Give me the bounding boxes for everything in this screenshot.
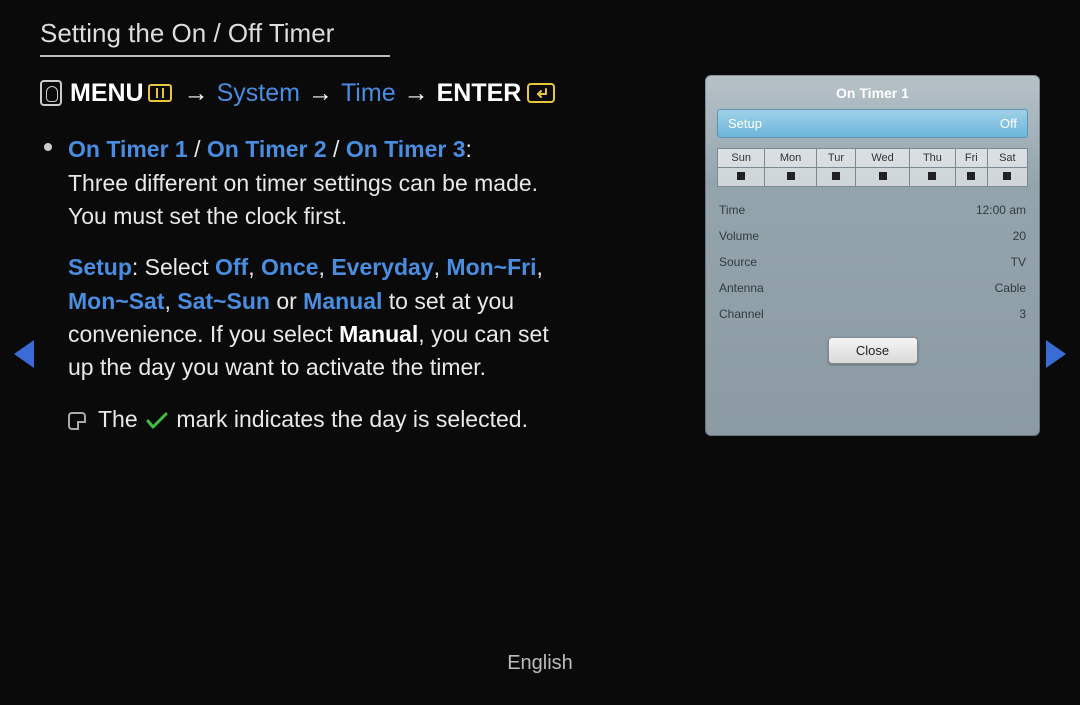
day-header: Mon	[765, 149, 817, 168]
path-enter: ENTER	[437, 75, 522, 111]
or-word: or	[276, 288, 296, 314]
note-pre: The	[98, 406, 138, 432]
kv-value: Cable	[995, 281, 1026, 295]
kv-value: 20	[1013, 229, 1026, 243]
kv-antenna[interactable]: Antenna Cable	[717, 275, 1028, 301]
square-icon	[928, 172, 936, 180]
day-cell[interactable]	[955, 168, 987, 187]
kv-value: TV	[1011, 255, 1026, 269]
opt-monfri: Mon~Fri	[446, 254, 536, 280]
opt-satsun: Sat~Sun	[177, 288, 270, 314]
kv-value: 12:00 am	[976, 203, 1026, 217]
kv-volume[interactable]: Volume 20	[717, 223, 1028, 249]
timer-3-label: On Timer 3	[346, 136, 466, 162]
menu-path: MENU → System → Time → ENTER	[40, 75, 680, 111]
touch-icon	[40, 80, 62, 106]
kv-label: Antenna	[719, 281, 764, 295]
setup-row-value: Off	[1000, 116, 1017, 131]
manual-inline: Manual	[339, 321, 418, 347]
opt-once: Once	[261, 254, 319, 280]
timer-1-label: On Timer 1	[68, 136, 188, 162]
enter-icon	[527, 83, 555, 103]
path-system: System	[217, 75, 300, 111]
day-cell[interactable]	[718, 168, 765, 187]
select-word: Select	[145, 254, 209, 280]
panel-title: On Timer 1	[717, 83, 1028, 109]
day-cell[interactable]	[816, 168, 855, 187]
note-post: mark indicates the day is selected.	[176, 406, 528, 432]
timers-desc: Three different on timer settings can be…	[68, 170, 538, 229]
kv-value: 3	[1019, 307, 1026, 321]
to-word: to	[389, 288, 408, 314]
footer-language: English	[0, 652, 1080, 675]
day-cell[interactable]	[909, 168, 955, 187]
days-table: Sun Mon Tur Wed Thu Fri Sat	[717, 148, 1028, 187]
day-cell[interactable]	[856, 168, 910, 187]
arrow-icon: →	[404, 75, 429, 111]
kv-label: Time	[719, 203, 745, 217]
menu-icon	[148, 84, 172, 102]
separator: /	[333, 136, 346, 162]
note-icon	[68, 412, 86, 430]
square-icon	[737, 172, 745, 180]
square-icon	[879, 172, 887, 180]
kv-source[interactable]: Source TV	[717, 249, 1028, 275]
description-column: MENU → System → Time → ENTER On Timer 1	[40, 75, 680, 436]
note-line: The mark indicates the day is selected.	[40, 403, 680, 436]
kv-label: Source	[719, 255, 757, 269]
day-cell[interactable]	[765, 168, 817, 187]
kv-channel[interactable]: Channel 3	[717, 301, 1028, 327]
day-header: Sat	[987, 149, 1027, 168]
arrow-icon: →	[308, 75, 333, 111]
on-timer-panel: On Timer 1 Setup Off Sun Mon Tur Wed Thu…	[705, 75, 1040, 436]
opt-manual: Manual	[303, 288, 382, 314]
bullet-timers: On Timer 1 / On Timer 2 / On Timer 3: Th…	[40, 133, 560, 233]
path-menu: MENU	[70, 75, 144, 111]
day-cell[interactable]	[987, 168, 1027, 187]
page-title: Setting the On / Off Timer	[40, 18, 390, 57]
square-icon	[967, 172, 975, 180]
bullet-dot-icon	[44, 143, 52, 151]
setup-row[interactable]: Setup Off	[717, 109, 1028, 138]
opt-everyday: Everyday	[331, 254, 433, 280]
square-icon	[787, 172, 795, 180]
kv-time[interactable]: Time 12:00 am	[717, 197, 1028, 223]
setup-row-label: Setup	[728, 116, 762, 131]
separator: /	[194, 136, 207, 162]
kv-label: Channel	[719, 307, 764, 321]
opt-monsat: Mon~Sat	[68, 288, 164, 314]
path-time: Time	[341, 75, 396, 111]
opt-off: Off	[215, 254, 248, 280]
next-page-arrow[interactable]	[1046, 340, 1066, 368]
day-header: Fri	[955, 149, 987, 168]
day-header: Tur	[816, 149, 855, 168]
arrow-icon: →	[184, 75, 209, 111]
bullet-setup: Setup: Select Off, Once, Everyday, Mon~F…	[40, 251, 560, 384]
square-icon	[1003, 172, 1011, 180]
close-button[interactable]: Close	[828, 337, 918, 364]
timer-2-label: On Timer 2	[207, 136, 327, 162]
day-header: Thu	[909, 149, 955, 168]
day-header: Wed	[856, 149, 910, 168]
setup-keyword: Setup	[68, 254, 132, 280]
kv-label: Volume	[719, 229, 759, 243]
square-icon	[832, 172, 840, 180]
prev-page-arrow[interactable]	[14, 340, 34, 368]
day-header: Sun	[718, 149, 765, 168]
checkmark-icon	[146, 412, 168, 430]
